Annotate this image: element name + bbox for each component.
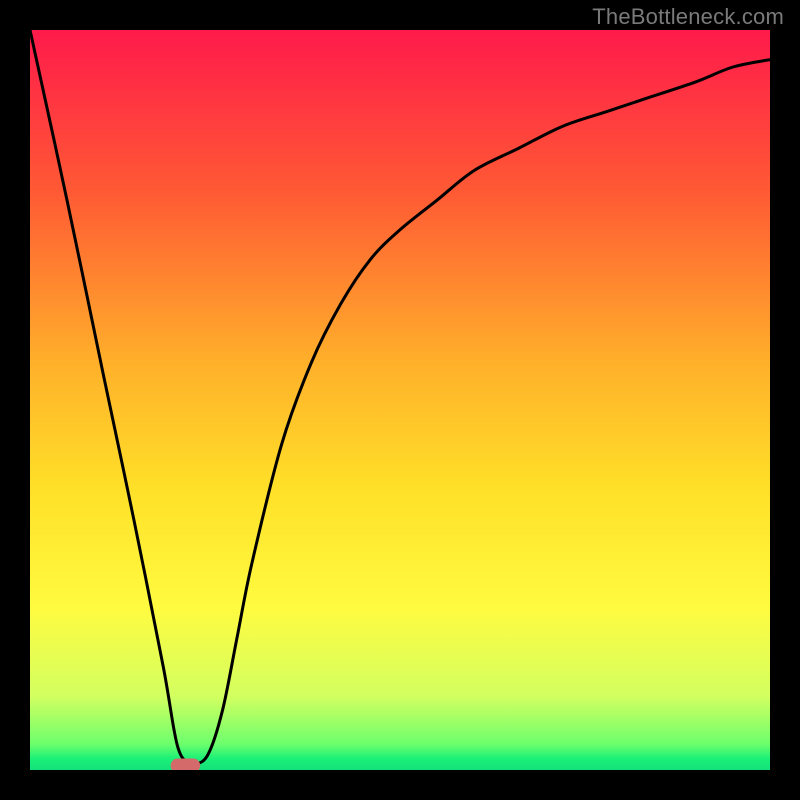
bottleneck-chart bbox=[30, 30, 770, 770]
chart-frame: TheBottleneck.com bbox=[0, 0, 800, 800]
optimal-marker bbox=[171, 759, 201, 770]
attribution-label: TheBottleneck.com bbox=[592, 4, 784, 30]
gradient-background bbox=[30, 30, 770, 770]
plot-area bbox=[30, 30, 770, 770]
